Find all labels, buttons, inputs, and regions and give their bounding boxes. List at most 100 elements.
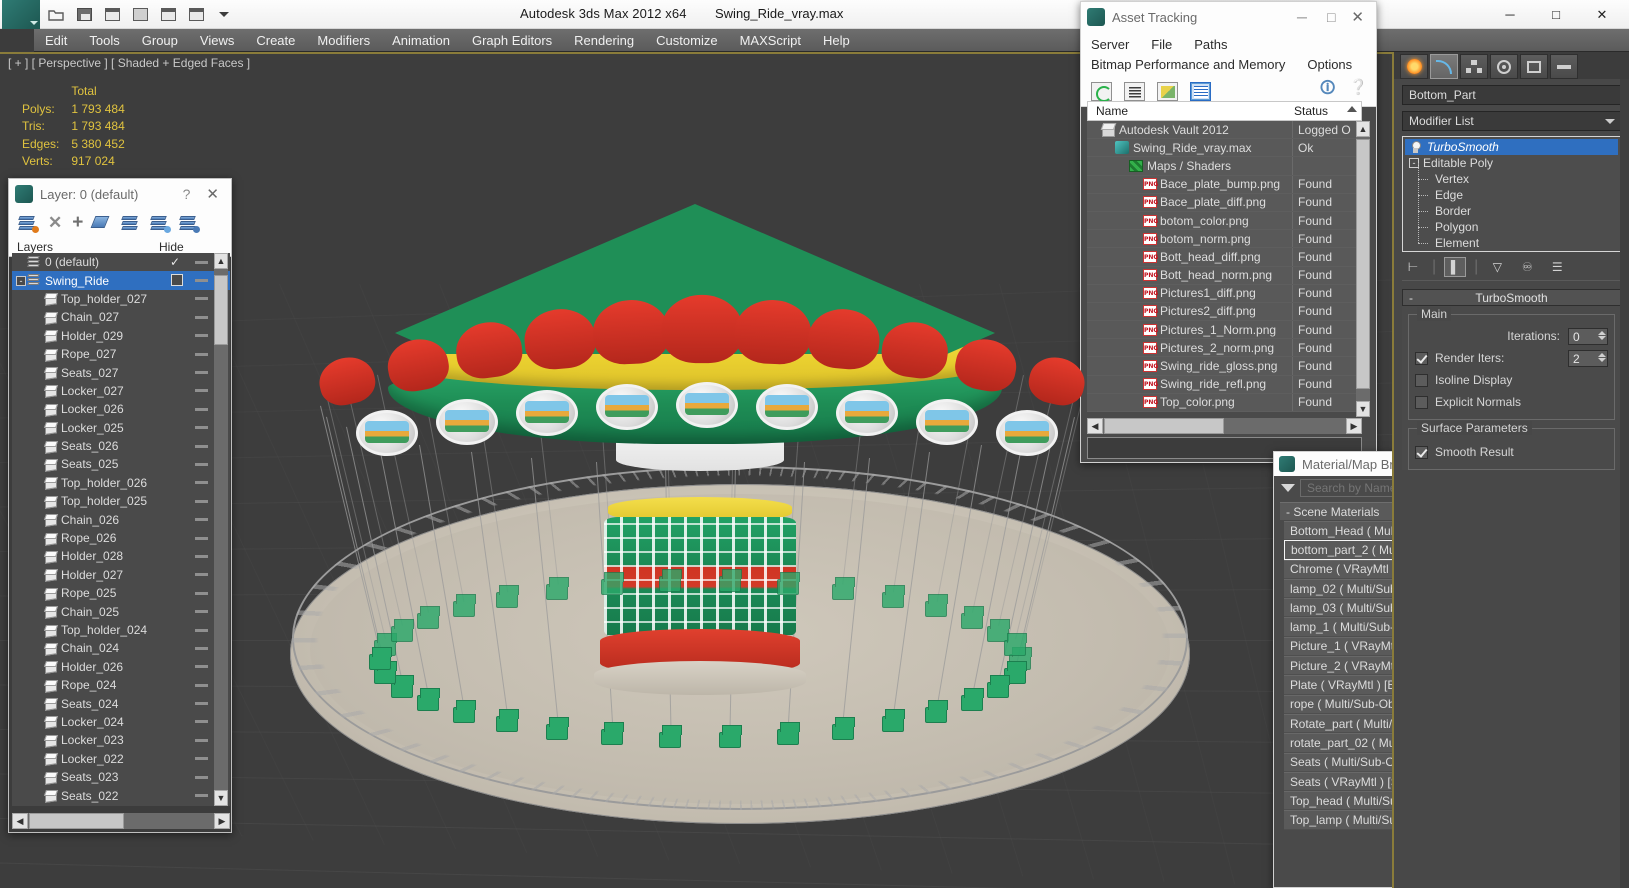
layer-expander-icon[interactable]: -	[16, 276, 26, 286]
lightbulb-icon[interactable]	[1409, 141, 1422, 154]
asset-hscroll-right-button[interactable]: ▶	[1346, 418, 1362, 434]
layer-row[interactable]: Seats_024	[12, 694, 230, 712]
show-end-result-icon[interactable]: ▌	[1444, 257, 1466, 277]
layer-row[interactable]: - Swing_Ride	[12, 271, 230, 289]
asset-row[interactable]: Top_color.png Found	[1087, 394, 1362, 412]
tab-hierarchy[interactable]	[1460, 54, 1488, 79]
hide-toggle[interactable]	[195, 665, 208, 668]
hide-toggle[interactable]	[195, 647, 208, 650]
modifier-stack-item[interactable]: Polygon	[1405, 219, 1618, 235]
layer-row[interactable]: Holder_029	[12, 327, 230, 345]
asset-menu-bitmap-perf[interactable]: Bitmap Performance and Memory	[1091, 57, 1285, 72]
layer-row[interactable]: Seats_025	[12, 455, 230, 473]
asset-minimize-button[interactable]: ─	[1287, 9, 1317, 25]
hide-toggle[interactable]	[195, 261, 208, 264]
asset-menu-server[interactable]: Server	[1091, 37, 1129, 52]
help-icon[interactable]: 🛈	[1320, 78, 1335, 103]
hide-toggle[interactable]	[195, 537, 208, 540]
asset-row[interactable]: Bott_head_norm.pngFound	[1087, 267, 1362, 285]
layer-row[interactable]: 0 (default) ✓	[12, 253, 230, 271]
asset-row[interactable]: Swing_ride_refl.png Found	[1087, 376, 1362, 394]
menu-modifiers[interactable]: Modifiers	[306, 29, 381, 52]
asset-name-column-header[interactable]: Name	[1088, 104, 1294, 118]
chevron-down-icon[interactable]	[1281, 484, 1295, 492]
hide-toggle[interactable]	[195, 316, 208, 319]
layer-row[interactable]: Seats_023	[12, 768, 230, 786]
hide-toggle[interactable]	[195, 794, 208, 797]
asset-row[interactable]: Maps / Shaders	[1087, 157, 1362, 175]
remove-modifier-icon[interactable]: ♾	[1516, 257, 1538, 277]
object-name-field[interactable]: Bottom_Part	[1402, 85, 1621, 105]
modifier-stack[interactable]: TurboSmooth - Editable Poly Vertex Edge Borde…	[1402, 136, 1621, 252]
hide-toggle[interactable]	[195, 720, 208, 723]
rollout-collapse-icon[interactable]: -	[1409, 291, 1413, 305]
new-scene-button[interactable]	[156, 4, 180, 26]
asset-row[interactable]: Swing_ride_gloss.png Found	[1087, 357, 1362, 375]
layer-row[interactable]: Rope_026	[12, 529, 230, 547]
menu-views[interactable]: Views	[189, 29, 245, 52]
open-file-button[interactable]	[44, 4, 68, 26]
hide-toggle[interactable]	[195, 408, 208, 411]
layer-active-checkbox[interactable]	[171, 274, 183, 286]
layer-row[interactable]: Top_holder_027	[12, 290, 230, 308]
hide-toggle[interactable]	[195, 629, 208, 632]
layer-explorer-dialog[interactable]: 𝒼 Layer: 0 (default) ? ✕ ✕ + Layers Hide…	[8, 178, 232, 833]
modifier-list-dropdown[interactable]: Modifier List	[1402, 111, 1621, 131]
save-file-button[interactable]	[72, 4, 96, 26]
modifier-stack-item[interactable]: Edge	[1405, 187, 1618, 203]
menu-maxscript[interactable]: MAXScript	[729, 29, 812, 52]
asset-row[interactable]: Pictures1_diff.pngFound	[1087, 285, 1362, 303]
maximize-button[interactable]: □	[1533, 0, 1579, 29]
asset-row[interactable]: Pictures2_diff.png Found	[1087, 303, 1362, 321]
hide-toggle[interactable]	[195, 592, 208, 595]
asset-scroll-thumb[interactable]	[1356, 139, 1370, 389]
hide-toggle[interactable]	[195, 426, 208, 429]
asset-row[interactable]: Bott_head_diff.pngFound	[1087, 248, 1362, 266]
layer-help-button[interactable]: ?	[173, 186, 201, 202]
layer-row[interactable]: Chain_024	[12, 639, 230, 657]
hide-toggle[interactable]	[195, 334, 208, 337]
hide-toggle[interactable]	[195, 610, 208, 613]
hide-toggle[interactable]	[195, 445, 208, 448]
spinner-arrows-icon[interactable]	[1597, 352, 1606, 367]
layer-row[interactable]: Rope_024	[12, 676, 230, 694]
layer-row[interactable]: Locker_023	[12, 731, 230, 749]
layer-row[interactable]: Rope_027	[12, 345, 230, 363]
layer-properties-icon[interactable]	[180, 215, 199, 232]
context-help-icon[interactable]: ❔	[1349, 78, 1368, 103]
hide-toggle[interactable]	[195, 297, 208, 300]
modifier-stack-item[interactable]: Element	[1405, 235, 1618, 251]
spinner-arrows-icon[interactable]	[1597, 330, 1606, 345]
add-selection-to-layer-icon[interactable]	[122, 215, 141, 232]
hide-toggle[interactable]	[195, 702, 208, 705]
layer-list-hscrollbar[interactable]: ◀ ▶	[12, 813, 230, 829]
layer-hscroll-thumb[interactable]	[29, 813, 124, 829]
asset-row[interactable]: Autodesk Vault 2012 Logged O	[1087, 121, 1362, 139]
explicit-normals-checkbox[interactable]	[1415, 396, 1428, 409]
menu-group[interactable]: Group	[131, 29, 189, 52]
command-panel-scrollbar[interactable]	[1620, 79, 1629, 888]
layer-row[interactable]: Holder_026	[12, 658, 230, 676]
asset-maximize-button[interactable]: □	[1317, 9, 1345, 25]
asset-menu-options[interactable]: Options	[1307, 57, 1352, 72]
hide-toggle[interactable]	[195, 776, 208, 779]
list-view-icon[interactable]	[1124, 82, 1145, 101]
hide-toggle[interactable]	[195, 481, 208, 484]
asset-menu-file[interactable]: File	[1151, 37, 1172, 52]
layer-row[interactable]: Locker_025	[12, 419, 230, 437]
asset-row[interactable]: botom_norm.pngFound	[1087, 230, 1362, 248]
layer-row[interactable]: Holder_027	[12, 566, 230, 584]
layer-row[interactable]: Top_holder_024	[12, 621, 230, 639]
layer-row[interactable]: Chain_026	[12, 510, 230, 528]
hide-toggle[interactable]	[195, 739, 208, 742]
layer-list-vscrollbar[interactable]: ▲ ▼	[214, 253, 228, 806]
tab-motion[interactable]	[1490, 54, 1518, 79]
asset-table-body[interactable]: Autodesk Vault 2012 Logged O Swing_Ride_vr…	[1087, 121, 1362, 417]
hide-toggle[interactable]	[195, 555, 208, 558]
modifier-stack-item[interactable]: Vertex	[1405, 171, 1618, 187]
hide-toggle[interactable]	[195, 573, 208, 576]
asset-row[interactable]: botom_color.png Found	[1087, 212, 1362, 230]
asset-vscrollbar[interactable]: ▲ ▼	[1356, 121, 1370, 417]
layer-hscroll-right-button[interactable]: ▶	[214, 813, 230, 829]
select-objects-layer-icon[interactable]	[93, 215, 112, 232]
